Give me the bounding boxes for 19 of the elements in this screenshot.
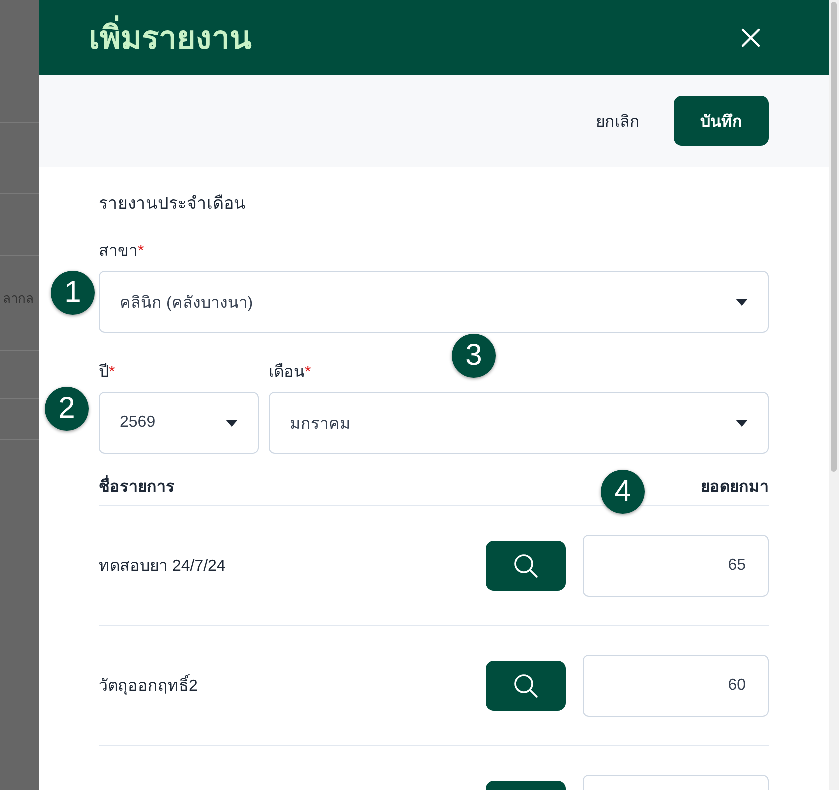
item-name: วัตถุออกฤทธิ์2 [99,673,486,698]
cancel-button[interactable]: ยกเลิก [596,100,640,142]
drawer-title: เพิ่มรายงาน [89,12,252,63]
field-label: สาขา* [99,242,146,262]
select-field[interactable]: 2569 [99,392,259,454]
column-header: ชื่อรายการ [99,474,175,499]
save-button[interactable]: บันทึก [674,96,769,146]
quantity-input[interactable]: 65 [583,534,769,596]
required-mark: * [305,364,312,381]
field-label: ปี* [99,362,116,383]
select-field[interactable]: มกราคม [269,392,769,454]
column-header: ยอดยกมา [701,478,769,498]
required-mark: * [109,364,116,381]
section-title: รายงานประจำเดือน [99,193,247,215]
field-label: เดือน* [269,362,312,383]
item-name: ทดสอบยา 24/7/24 [99,557,227,577]
quantity-input[interactable]: 60 [583,654,769,716]
required-mark: * [138,243,144,260]
select-field[interactable]: คลินิก (คลังบางนา) [99,271,769,333]
